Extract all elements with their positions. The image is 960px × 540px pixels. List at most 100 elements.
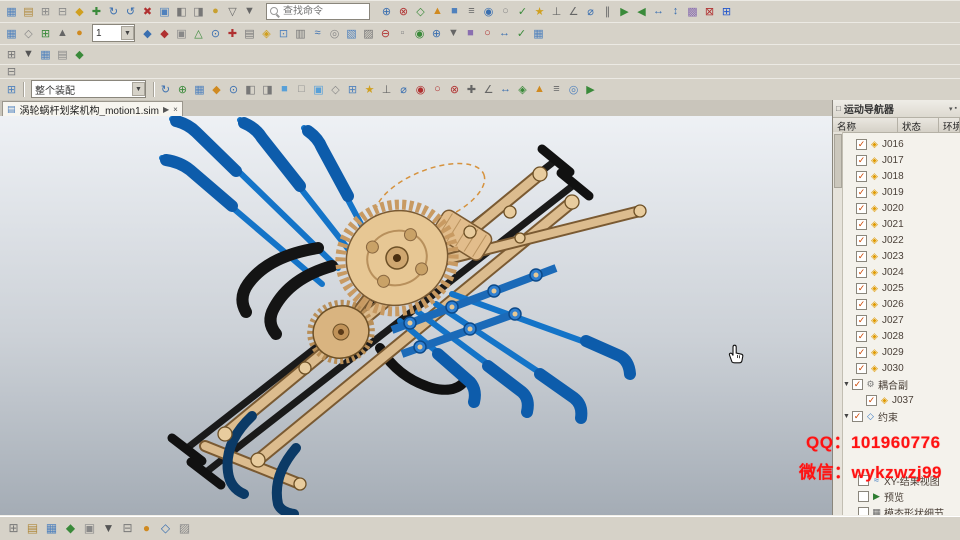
motion-navigator-titlebar[interactable]: □ 运动导航器 ▾ ▪ [833, 100, 960, 118]
navigator-row[interactable]: ✓ ◈ J019 [843, 184, 960, 200]
toolbar-icon[interactable]: ● [207, 3, 224, 20]
toolbar-icon[interactable]: ■ [446, 3, 463, 20]
checkbox[interactable]: ✓ [852, 378, 863, 390]
toolbar-icon[interactable]: ◆ [156, 25, 173, 42]
toolbar-icon[interactable]: ▤ [23, 519, 42, 538]
assembly-scope-combo[interactable]: 整个装配 ▼ [31, 80, 146, 98]
checkbox[interactable] [858, 474, 869, 486]
toolbar-icon[interactable]: ▲ [54, 25, 71, 42]
checkbox[interactable]: ✓ [856, 234, 867, 246]
toolbar-icon[interactable]: ◇ [327, 81, 344, 98]
toolbar-icon[interactable]: ✚ [224, 25, 241, 42]
toolbar-icon[interactable]: ≡ [463, 3, 480, 20]
toolbar-icon[interactable]: ⊡ [275, 25, 292, 42]
chevron-down-icon[interactable]: ▼ [132, 82, 145, 96]
toolbar-icon[interactable]: ≈ [309, 25, 326, 42]
checkbox[interactable]: ✓ [856, 298, 867, 310]
checkbox[interactable]: ✓ [856, 154, 867, 166]
toolbar-icon[interactable]: ▼ [99, 519, 118, 538]
toolbar-icon[interactable]: ↻ [157, 81, 174, 98]
toolbar-icon[interactable]: ⌀ [395, 81, 412, 98]
checkbox[interactable]: ✓ [856, 266, 867, 278]
toolbar-icon[interactable]: ⌀ [582, 3, 599, 20]
toolbar-icon[interactable]: ▤ [54, 46, 71, 63]
toolbar-icon[interactable]: ● [137, 519, 156, 538]
toolbar-icon[interactable]: ⊞ [3, 81, 20, 98]
toolbar-icon[interactable]: □ [293, 81, 310, 98]
toolbar-icon[interactable]: ★ [531, 3, 548, 20]
toolbar-icon[interactable]: ∥ [599, 3, 616, 20]
checkbox[interactable]: ✓ [856, 314, 867, 326]
toolbar-icon[interactable]: ▣ [156, 3, 173, 20]
toolbar-icon[interactable]: ▦ [191, 81, 208, 98]
toolbar-icon[interactable]: ⊙ [207, 25, 224, 42]
toolbar-icon[interactable]: ★ [361, 81, 378, 98]
toolbar-icon[interactable]: ⊗ [395, 3, 412, 20]
toolbar-icon[interactable]: ◈ [258, 25, 275, 42]
checkbox[interactable]: ✓ [856, 346, 867, 358]
toolbar-icon[interactable]: ∠ [480, 81, 497, 98]
navigator-row[interactable]: ✓ ◈ J030 [843, 360, 960, 376]
checkbox[interactable]: ✓ [856, 282, 867, 294]
toolbar-icon[interactable]: ⊥ [378, 81, 395, 98]
toolbar-icon[interactable]: ⊕ [428, 25, 445, 42]
toolbar-icon[interactable]: ⊠ [701, 3, 718, 20]
navigator-row[interactable]: ✓ ◈ J020 [843, 200, 960, 216]
toolbar-icon[interactable]: ◆ [71, 3, 88, 20]
toolbar-icon[interactable]: ⊞ [37, 25, 54, 42]
toolbar-icon[interactable]: ◉ [412, 81, 429, 98]
checkbox[interactable]: ✓ [856, 202, 867, 214]
toolbar-icon[interactable]: ⊞ [344, 81, 361, 98]
checkbox[interactable]: ✓ [856, 330, 867, 342]
toolbar-icon[interactable]: ▼ [445, 25, 462, 42]
toolbar-icon[interactable]: ▽ [224, 3, 241, 20]
navigator-row[interactable]: ✓ ◈ J029 [843, 344, 960, 360]
toolbar-icon[interactable]: ● [71, 25, 88, 42]
toolbar-icon[interactable]: ⊟ [118, 519, 137, 538]
panel-menu-icon[interactable]: ▾ [949, 105, 953, 113]
toolbar-icon[interactable]: ▣ [173, 25, 190, 42]
navigator-row[interactable]: ▼ ✓ ⚙ 耦合副 [843, 376, 960, 392]
layer-combo[interactable]: 1 ▼ [92, 24, 135, 42]
toolbar-icon[interactable]: ◉ [480, 3, 497, 20]
toolbar-icon[interactable]: ◨ [259, 81, 276, 98]
navigator-row[interactable]: ≈ XY-结果视图 [843, 472, 960, 488]
checkbox[interactable]: ✓ [856, 250, 867, 262]
graphics-viewport[interactable] [0, 116, 833, 516]
model-canvas[interactable] [0, 116, 833, 516]
toolbar-icon[interactable]: ⊞ [4, 519, 23, 538]
column-environment[interactable]: 环境 [939, 118, 960, 132]
navigator-row[interactable]: ✓ ◈ J023 [843, 248, 960, 264]
checkbox[interactable]: ✓ [856, 186, 867, 198]
toolbar-icon[interactable]: ✓ [514, 3, 531, 20]
toolbar-icon[interactable]: ○ [497, 3, 514, 20]
toolbar-icon[interactable]: ↕ [667, 3, 684, 20]
toolbar-icon[interactable]: ⊙ [225, 81, 242, 98]
checkbox[interactable]: ✓ [856, 218, 867, 230]
toolbar-icon[interactable]: ⊟ [3, 63, 20, 80]
navigator-row[interactable]: ✓ ◈ J037 [843, 392, 960, 408]
toolbar-icon[interactable]: ▦ [530, 25, 547, 42]
toolbar-icon[interactable]: △ [190, 25, 207, 42]
command-finder-input[interactable] [281, 4, 359, 18]
toolbar-icon[interactable]: ◨ [190, 3, 207, 20]
navigator-row[interactable]: ▶ 预览 [843, 488, 960, 504]
toolbar-icon[interactable]: ▨ [175, 519, 194, 538]
toolbar-icon[interactable]: ∠ [565, 3, 582, 20]
toolbar-icon[interactable]: ✓ [513, 25, 530, 42]
toolbar-icon[interactable]: ↔ [650, 3, 667, 20]
navigator-row[interactable]: ✓ ◈ J028 [843, 328, 960, 344]
checkbox[interactable]: ✓ [856, 170, 867, 182]
toolbar-icon[interactable]: ↔ [496, 25, 513, 42]
expand-arrow-icon[interactable]: ▼ [843, 381, 850, 388]
toolbar-icon[interactable]: ⊥ [548, 3, 565, 20]
toolbar-icon[interactable]: ◧ [242, 81, 259, 98]
toolbar-icon[interactable]: ◆ [61, 519, 80, 538]
toolbar-icon[interactable]: ◉ [411, 25, 428, 42]
toolbar-icon[interactable]: ◈ [514, 81, 531, 98]
toolbar-icon[interactable]: ≡ [548, 81, 565, 98]
toolbar-icon[interactable]: ▤ [20, 3, 37, 20]
toolbar-icon[interactable]: ◇ [156, 519, 175, 538]
tab-detach-icon[interactable]: ▶ [163, 105, 169, 114]
navigator-row[interactable]: ✓ ◈ J017 [843, 152, 960, 168]
